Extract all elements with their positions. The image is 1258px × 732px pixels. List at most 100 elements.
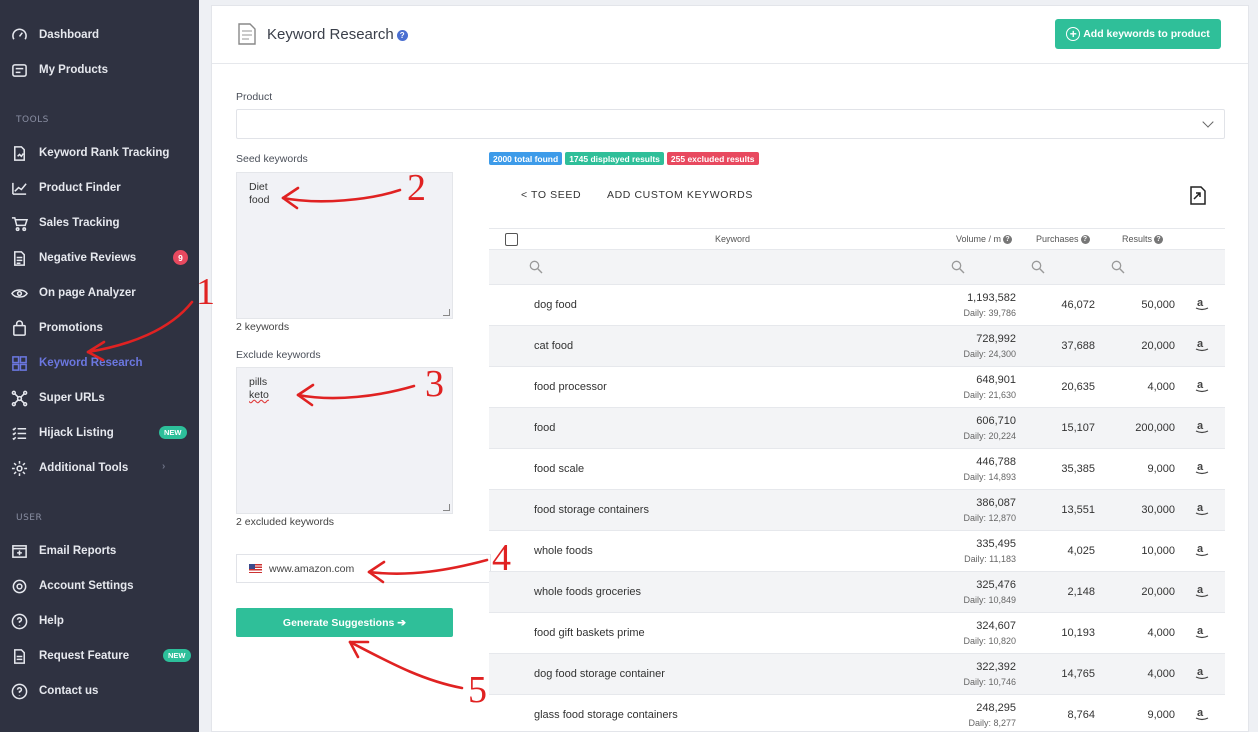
table-row[interactable]: food processor 648,901 Daily: 21,630 20,635… <box>489 367 1225 408</box>
column-volume[interactable]: Volume / m? <box>956 234 1013 245</box>
purchases-cell: 13,551 <box>1061 504 1095 516</box>
sidebar-item-sales-tracking[interactable]: Sales Tracking <box>0 208 199 238</box>
table-row[interactable]: dog food 1,193,582 Daily: 39,786 46,072 50,0… <box>489 285 1225 326</box>
sidebar-item-keyword-research[interactable]: Keyword Research <box>0 348 199 378</box>
search-icon[interactable] <box>529 260 543 274</box>
add-keywords-button[interactable]: + Add keywords to product <box>1055 19 1221 49</box>
volume-cell: 248,295 <box>976 702 1016 714</box>
sidebar-item-label: On page Analyzer <box>39 287 136 299</box>
table-row[interactable]: food gift baskets prime 324,607 Daily: 10,… <box>489 613 1225 654</box>
keyword-research-icon <box>10 354 28 372</box>
sidebar-item-super-urls[interactable]: Super URLs <box>0 383 199 413</box>
daily-volume-cell: Daily: 10,849 <box>963 595 1016 605</box>
svg-text:a: a <box>1197 543 1204 555</box>
table-row[interactable]: dog food storage container 322,392 Daily: … <box>489 654 1225 695</box>
product-select[interactable] <box>236 109 1225 139</box>
help-icon[interactable]: ? <box>396 29 408 41</box>
daily-volume-cell: Daily: 8,277 <box>968 718 1016 728</box>
table-row[interactable]: whole foods groceries 325,476 Daily: 10,84… <box>489 572 1225 613</box>
sidebar-item-dashboard[interactable]: Dashboard <box>0 20 199 50</box>
table-row[interactable]: cat food 728,992 Daily: 24,300 37,688 20,000… <box>489 326 1225 367</box>
svg-text:a: a <box>1197 707 1204 719</box>
keyword-cell: food gift baskets prime <box>534 627 645 639</box>
amazon-icon[interactable]: a <box>1195 337 1209 353</box>
volume-cell: 728,992 <box>976 333 1016 345</box>
sidebar-item-contact-us[interactable]: Contact us <box>0 676 199 706</box>
sidebar-item-promotions[interactable]: Promotions <box>0 313 199 343</box>
amazon-icon[interactable]: a <box>1195 665 1209 681</box>
marketplace-select[interactable]: www.amazon.com <box>236 554 491 583</box>
add-custom-keywords-button[interactable]: ADD CUSTOM KEYWORDS <box>607 189 753 201</box>
result-tags: 2000 total found 1745 displayed results … <box>489 152 759 165</box>
keyword-cell: whole foods groceries <box>534 586 642 598</box>
help-icon: ? <box>1080 235 1090 245</box>
table-row[interactable]: glass food storage containers 248,295 Dail… <box>489 695 1225 732</box>
sidebar-item-my-products[interactable]: My Products <box>0 55 199 85</box>
search-icon[interactable] <box>1111 260 1125 274</box>
plus-circle-icon: + <box>1066 27 1081 41</box>
document-icon <box>10 249 28 267</box>
sidebar-item-label: Account Settings <box>39 580 134 592</box>
select-all-checkbox[interactable] <box>505 233 518 246</box>
sidebar-item-label: My Products <box>39 64 109 76</box>
generate-suggestions-button[interactable]: Generate Suggestions ➔ <box>236 608 453 637</box>
amazon-icon[interactable]: a <box>1195 501 1209 517</box>
resize-handle[interactable] <box>443 504 450 511</box>
table-row[interactable]: food 606,710 Daily: 20,224 15,107 200,000 a <box>489 408 1225 449</box>
amazon-icon[interactable]: a <box>1195 296 1209 312</box>
keyword-cell: whole foods <box>534 545 593 557</box>
excluded-results-tag: 255 excluded results <box>666 152 759 165</box>
table-row[interactable]: food storage containers 386,087 Daily: 12,… <box>489 490 1225 531</box>
sidebar-item-keyword-rank-tracking[interactable]: Keyword Rank Tracking <box>0 138 199 168</box>
help-icon: ? <box>1154 235 1164 245</box>
results-cell: 20,000 <box>1141 340 1175 352</box>
search-icon[interactable] <box>951 260 965 274</box>
chevron-down-icon <box>1202 116 1214 128</box>
amazon-icon[interactable]: a <box>1195 542 1209 558</box>
amazon-icon[interactable]: a <box>1195 706 1209 722</box>
sidebar-item-account-settings[interactable]: Account Settings <box>0 571 199 601</box>
results-cell: 4,000 <box>1147 668 1175 680</box>
table-row[interactable]: whole foods 335,495 Daily: 11,183 4,025 10,0… <box>489 531 1225 572</box>
results-cell: 9,000 <box>1147 463 1175 475</box>
table-row[interactable]: food scale 446,788 Daily: 14,893 35,385 9,00… <box>489 449 1225 490</box>
sidebar-item-product-finder[interactable]: Product Finder <box>0 173 199 203</box>
amazon-icon[interactable]: a <box>1195 460 1209 476</box>
bag-icon <box>10 319 28 337</box>
email-report-icon <box>10 542 28 560</box>
amazon-icon[interactable]: a <box>1195 378 1209 394</box>
keyword-cell: food storage containers <box>534 504 649 516</box>
search-icon[interactable] <box>1031 260 1045 274</box>
sidebar-item-help[interactable]: Help <box>0 606 199 636</box>
sidebar-item-email-reports[interactable]: Email Reports <box>0 536 199 566</box>
sidebar-item-request-feature[interactable]: Request Feature NEW <box>0 641 199 671</box>
sidebar-item-hijack-listing[interactable]: Hijack Listing NEW <box>0 418 199 448</box>
settings-icon <box>10 577 28 595</box>
sidebar-item-label: Email Reports <box>39 545 117 557</box>
annotation-number: 4 <box>492 537 511 579</box>
resize-handle[interactable] <box>443 309 450 316</box>
chart-line-icon <box>10 179 28 197</box>
exclude-keywords-input[interactable]: pills keto <box>236 367 453 514</box>
to-seed-button[interactable]: < TO SEED <box>521 189 581 201</box>
export-icon[interactable] <box>1190 186 1206 205</box>
svg-text:a: a <box>1197 297 1204 309</box>
amazon-icon[interactable]: a <box>1195 419 1209 435</box>
volume-cell: 325,476 <box>976 579 1016 591</box>
column-purchases[interactable]: Purchases? <box>1036 234 1090 245</box>
amazon-icon[interactable]: a <box>1195 583 1209 599</box>
seed-keywords-label: Seed keywords <box>236 153 308 165</box>
purchases-cell: 20,635 <box>1061 381 1095 393</box>
volume-cell: 335,495 <box>976 538 1016 550</box>
panel-header: Keyword Research? + Add keywords to produ… <box>212 6 1248 64</box>
volume-cell: 446,788 <box>976 456 1016 468</box>
svg-text:a: a <box>1197 584 1204 596</box>
column-results[interactable]: Results? <box>1122 234 1164 245</box>
keyword-cell: food processor <box>534 381 607 393</box>
results-cell: 4,000 <box>1147 381 1175 393</box>
sidebar-item-negative-reviews[interactable]: Negative Reviews 9 <box>0 243 199 273</box>
sidebar-item-additional-tools[interactable]: Additional Tools › <box>0 453 199 483</box>
amazon-icon[interactable]: a <box>1195 624 1209 640</box>
exclude-keyword-line: pills <box>249 376 268 388</box>
sidebar-item-on-page-analyzer[interactable]: On page Analyzer <box>0 278 199 308</box>
